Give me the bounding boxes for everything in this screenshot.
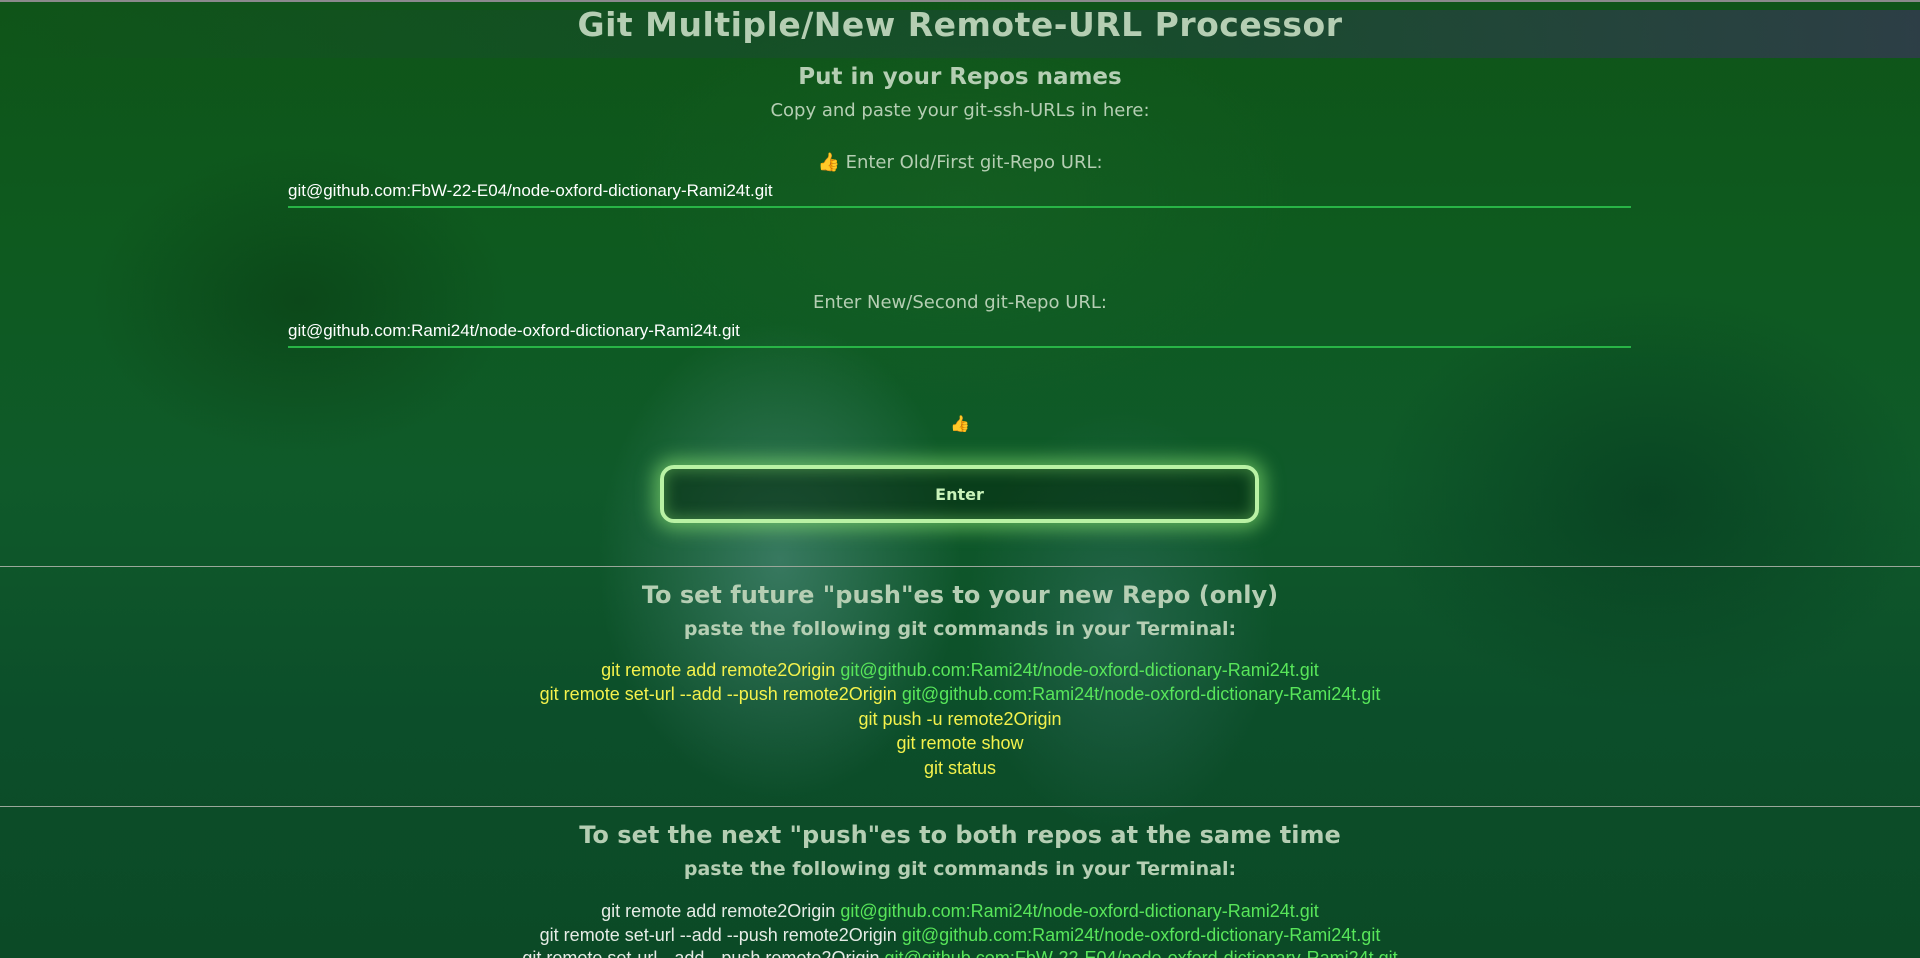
- both-subheading: paste the following git commands in your…: [683, 858, 1237, 880]
- command-url: git@github.com:Rami24t/node-oxford-dicti…: [840, 901, 1319, 921]
- command-text: git remote set-url --add --push remote2O…: [522, 948, 880, 958]
- command-text: git push -u remote2Origin: [858, 709, 1062, 729]
- enter-button[interactable]: Enter: [660, 465, 1259, 523]
- top-border: [0, 0, 1920, 2]
- new-url-input[interactable]: [288, 316, 1631, 348]
- old-url-input[interactable]: [288, 176, 1631, 208]
- command-line: git remote show: [0, 733, 1920, 754]
- command-line: git push -u remote2Origin: [0, 709, 1920, 730]
- thumbs-up-icon: 👍: [950, 414, 970, 433]
- command-url: git@github.com:Rami24t/node-oxford-dicti…: [840, 660, 1319, 680]
- command-text: git remote add remote2Origin: [601, 660, 836, 680]
- new-url-label: Enter New/Second git-Repo URL:: [812, 292, 1107, 313]
- both-heading: To set the next "push"es to both repos a…: [579, 821, 1341, 849]
- command-text: git remote show: [896, 733, 1024, 753]
- form-instructions: Copy and paste your git-ssh-URLs in here…: [770, 100, 1150, 121]
- command-line: git remote set-url --add --push remote2O…: [0, 948, 1920, 958]
- command-url: git@github.com:Rami24t/node-oxford-dicti…: [901, 684, 1381, 704]
- command-text: git remote set-url --add --push remote2O…: [539, 925, 897, 945]
- command-line: git remote add remote2Origin git@github.…: [0, 660, 1920, 681]
- command-line: git remote set-url --add --push remote2O…: [0, 925, 1920, 946]
- command-line: git remote set-url --add --push remote2O…: [0, 684, 1920, 705]
- divider: [0, 566, 1920, 567]
- new-only-subheading: paste the following git commands in your…: [683, 618, 1237, 640]
- command-line: git status: [0, 758, 1920, 779]
- app-title: Git Multiple/New Remote-URL Processor: [577, 5, 1343, 44]
- old-url-label: 👍 Enter Old/First git-Repo URL:: [817, 152, 1103, 173]
- divider: [0, 806, 1920, 807]
- command-text: git remote set-url --add --push remote2O…: [539, 684, 897, 704]
- command-text: git remote add remote2Origin: [601, 901, 836, 921]
- new-only-heading: To set future "push"es to your new Repo …: [641, 581, 1279, 609]
- command-line: git remote add remote2Origin git@github.…: [0, 901, 1920, 922]
- command-text: git status: [923, 758, 997, 778]
- command-url: git@github.com:Rami24t/node-oxford-dicti…: [901, 925, 1381, 945]
- command-url: git@github.com:FbW-22-E04/node-oxford-di…: [884, 948, 1398, 958]
- form-heading: Put in your Repos names: [798, 64, 1122, 90]
